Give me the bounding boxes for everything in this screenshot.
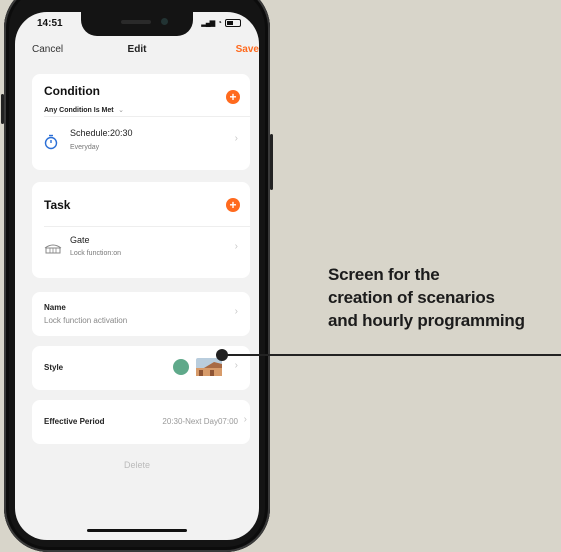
status-time: 14:51	[37, 18, 63, 29]
task-card: Task + Gate Lock function:on ›	[32, 182, 250, 278]
chevron-right-icon: ›	[234, 306, 238, 317]
add-condition-button[interactable]: +	[226, 90, 240, 104]
condition-title: Condition	[44, 84, 100, 98]
chevron-right-icon: ›	[234, 241, 238, 252]
effective-period-label: Effective Period	[44, 417, 105, 426]
chevron-down-icon: ⌄	[118, 107, 124, 114]
callout-line	[222, 354, 561, 356]
effective-period-row[interactable]: Effective Period 20:30-Next Day07:00 ›	[32, 400, 250, 444]
signal-icon: ▂▄▆	[201, 19, 215, 27]
condition-card: Condition Any Condition Is Met ⌄ + Sched…	[32, 74, 250, 170]
gate-icon	[44, 244, 62, 254]
style-label: Style	[44, 363, 64, 372]
notch	[81, 12, 193, 36]
name-value: Lock function activation	[44, 316, 128, 325]
task-item-gate[interactable]: Gate Lock function:on ›	[32, 227, 250, 278]
callout-dot	[216, 349, 228, 361]
wifi-icon: ◔	[217, 18, 222, 27]
delete-button[interactable]: Delete	[15, 460, 259, 470]
callout-line-3: and hourly programming	[328, 311, 525, 330]
timer-icon	[44, 134, 58, 150]
condition-item-schedule[interactable]: Schedule:20:30 Everyday ›	[32, 117, 250, 170]
callout-line-2: creation of scenarios	[328, 288, 495, 307]
chevron-right-icon: ›	[234, 360, 238, 371]
schedule-subtitle: Everyday	[70, 144, 100, 151]
condition-mode-dropdown[interactable]: Any Condition Is Met ⌄	[44, 99, 124, 117]
condition-mode-label: Any Condition Is Met	[44, 107, 114, 114]
battery-icon	[225, 18, 241, 27]
name-label: Name	[44, 303, 66, 312]
chevron-right-icon: ›	[243, 414, 247, 425]
schedule-title: Schedule:20:30	[70, 128, 133, 138]
style-color-swatch	[173, 359, 189, 375]
chevron-right-icon: ›	[234, 133, 238, 144]
name-row[interactable]: Name Lock function activation ›	[32, 292, 250, 336]
home-indicator	[87, 529, 187, 532]
task-title: Task	[44, 198, 71, 212]
phone-frame: 14:51 ▂▄▆ ◔ Cancel Edit Save Condition A…	[1, 0, 273, 552]
page-title: Edit	[127, 44, 147, 55]
callout-line-1: Screen for the	[328, 265, 440, 284]
camera	[161, 18, 168, 25]
gate-subtitle: Lock function:on	[70, 250, 121, 257]
style-image-thumbnail	[196, 358, 222, 376]
add-task-button[interactable]: +	[226, 198, 240, 212]
status-icons: ▂▄▆ ◔	[201, 18, 241, 27]
effective-period-value: 20:30-Next Day07:00	[162, 417, 238, 426]
nav-bar: Cancel Edit Save	[15, 42, 259, 62]
speaker	[121, 20, 151, 24]
callout-text: Screen for the creation of scenarios and…	[328, 263, 560, 332]
phone-screen: 14:51 ▂▄▆ ◔ Cancel Edit Save Condition A…	[15, 12, 259, 540]
gate-title: Gate	[70, 235, 90, 245]
save-button[interactable]: Save	[236, 44, 259, 55]
